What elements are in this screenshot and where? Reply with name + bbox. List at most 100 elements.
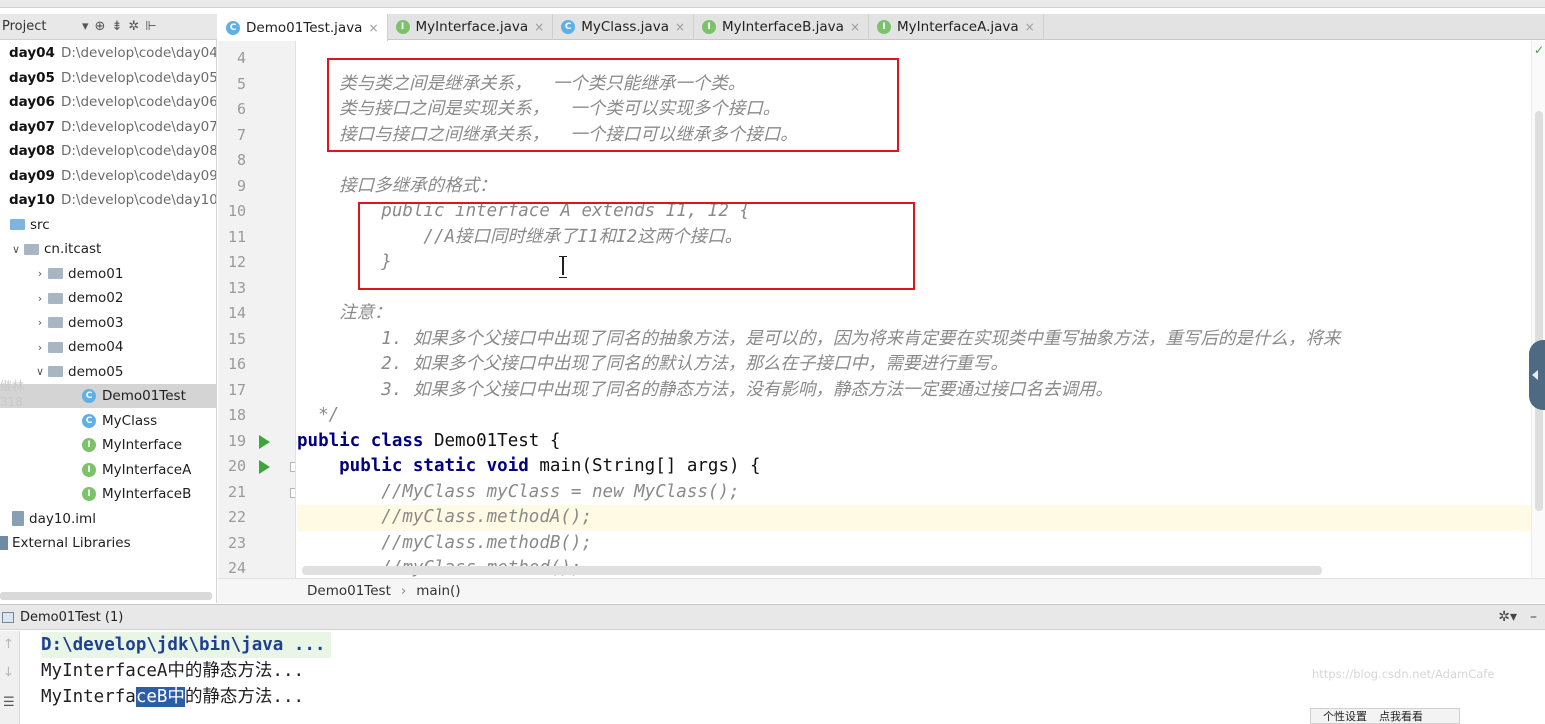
- dropdown-icon[interactable]: ▾: [82, 19, 89, 34]
- gear-icon[interactable]: ✲: [128, 19, 139, 34]
- interface-icon: I: [395, 20, 410, 34]
- line-number: 24: [227, 559, 246, 577]
- tab-myinterface[interactable]: I MyInterface.java ×: [388, 14, 554, 40]
- chevron-right-icon[interactable]: ›: [32, 341, 48, 354]
- tree-module-day09[interactable]: day09 D:\develop\code\day09: [0, 164, 216, 188]
- vertical-scrollbar[interactable]: [1531, 41, 1545, 578]
- tab-myinterfacea[interactable]: I MyInterfaceA.java ×: [869, 14, 1044, 40]
- code-token: 1. 如果多个父接口中出现了同名的抽象方法，是可以的，因为将来肯定要在实现类中重…: [297, 328, 1341, 349]
- soft-wrap-icon[interactable]: ☰: [3, 695, 15, 710]
- close-icon[interactable]: ×: [368, 21, 378, 35]
- minimize-icon[interactable]: –: [1530, 609, 1537, 625]
- fold-icon[interactable]: [290, 487, 295, 498]
- tree-iml-file[interactable]: day10.iml: [0, 507, 216, 531]
- package-icon: [48, 268, 63, 279]
- tree-package-demo01[interactable]: › demo01: [0, 262, 216, 286]
- breadcrumb-method[interactable]: main(): [416, 583, 460, 599]
- target-icon[interactable]: ⊕: [95, 19, 106, 34]
- tree-file-myinterfacea[interactable]: I MyInterfaceA: [0, 458, 216, 482]
- close-icon[interactable]: ×: [850, 20, 860, 34]
- chevron-right-icon[interactable]: ›: [32, 292, 48, 305]
- interface-icon: I: [82, 462, 96, 477]
- horizontal-scrollbar[interactable]: [302, 566, 1322, 575]
- line-number: 17: [227, 380, 246, 399]
- console-command-line: D:\develop\jdk\bin\java ...: [41, 632, 332, 658]
- tree-package[interactable]: ∨ cn.itcast: [0, 237, 216, 261]
- close-icon[interactable]: ×: [1025, 20, 1035, 34]
- hide-panel-icon[interactable]: ⊩: [145, 19, 156, 34]
- popup-item-view[interactable]: 点我看看: [1379, 708, 1423, 724]
- class-icon: C: [561, 20, 576, 34]
- side-panel-handle[interactable]: [1529, 340, 1545, 410]
- tab-myinterfaceb[interactable]: I MyInterfaceB.java ×: [694, 14, 870, 40]
- tree-package-demo02[interactable]: › demo02: [0, 286, 216, 310]
- tree-package-demo05[interactable]: ∨ demo05: [0, 360, 216, 384]
- tree-module-day10[interactable]: day10 D:\develop\code\day10: [0, 188, 216, 212]
- tree-module-day06[interactable]: day06 D:\develop\code\day06: [0, 90, 216, 114]
- chevron-down-icon[interactable]: ∨: [8, 243, 24, 256]
- popup-item-settings[interactable]: 个性设置: [1323, 708, 1367, 724]
- package-icon: [48, 366, 63, 377]
- tree-package-demo04[interactable]: › demo04: [0, 335, 216, 359]
- tab-demo01test[interactable]: C Demo01Test.java ×: [218, 14, 388, 41]
- line-number: 23: [227, 533, 246, 552]
- tree-file-demo01test[interactable]: C Demo01Test: [0, 384, 216, 408]
- code-token: 2. 如果多个父接口中出现了同名的默认方法，那么在子接口中，需要进行重写。: [297, 354, 1008, 374]
- tree-file-myinterfaceb[interactable]: I MyInterfaceB: [0, 482, 216, 506]
- breadcrumb-class[interactable]: Demo01Test: [307, 583, 391, 599]
- tree-file-myinterface[interactable]: I MyInterface: [0, 433, 216, 457]
- close-icon[interactable]: ×: [534, 20, 544, 34]
- run-panel-title[interactable]: Demo01Test (1): [20, 610, 123, 625]
- fold-icon[interactable]: [290, 462, 295, 472]
- module-name: day05: [9, 69, 55, 86]
- chevron-right-icon[interactable]: ›: [32, 316, 48, 329]
- folder-name: src: [30, 216, 50, 233]
- arrow-down-icon[interactable]: ↓: [3, 665, 14, 680]
- code-editor[interactable]: //myClass.method(); //myClass.methodB();…: [297, 41, 1531, 578]
- check-icon: ✓: [1534, 43, 1545, 57]
- code-token: //MyClass myClass = new MyClass();: [297, 481, 740, 502]
- window-breadcrumb-strip: [0, 0, 1545, 8]
- console-output-line: MyInterfaceB中的静态方法...: [41, 684, 304, 710]
- code-line: //MyClass myClass = new MyClass();: [297, 480, 1531, 506]
- chevron-right-icon: ›: [400, 583, 407, 599]
- library-icon: [0, 536, 8, 550]
- tree-package-demo03[interactable]: › demo03: [0, 311, 216, 335]
- tree-src-folder[interactable]: src: [0, 213, 216, 237]
- vertical-scrollbar-thumb[interactable]: [1535, 111, 1543, 511]
- tree-external-libraries[interactable]: External Libraries: [0, 531, 216, 555]
- file-name: MyInterface: [102, 437, 183, 453]
- tab-myclass[interactable]: C MyClass.java ×: [553, 14, 695, 40]
- package-icon: [48, 317, 63, 328]
- library-name: External Libraries: [12, 535, 131, 551]
- chevron-right-icon[interactable]: ›: [32, 267, 48, 280]
- package-icon: [24, 243, 39, 255]
- tree-module-day07[interactable]: day07 D:\develop\code\day07: [0, 115, 217, 139]
- output-text: MyInterfaceA中的静态方法...: [41, 661, 305, 681]
- code-line: 3. 如果多个父接口中出现了同名的静态方法，没有影响，静态方法一定要通过接口名去…: [297, 378, 1531, 404]
- collapse-all-icon[interactable]: ⇟: [111, 19, 122, 34]
- gear-icon[interactable]: ✲▾: [1498, 609, 1517, 625]
- code-token: 接口多继承的格式：: [297, 175, 497, 196]
- project-panel-title[interactable]: Project: [2, 19, 76, 34]
- folder-icon: [10, 219, 25, 230]
- tree-module-day08[interactable]: day08 D:\develop\code\day08: [0, 139, 216, 163]
- tree-horizontal-scrollbar[interactable]: [0, 592, 212, 600]
- tree-module-day04[interactable]: day04 D:\develop\code\day04: [0, 41, 216, 65]
- module-path: D:\develop\code\day05: [60, 69, 217, 86]
- output-text: 的静态方法...: [184, 687, 305, 707]
- line-number: 10: [227, 202, 246, 220]
- arrow-up-icon[interactable]: ↑: [3, 637, 14, 652]
- module-path: D:\develop\code\day07: [60, 118, 217, 135]
- close-icon[interactable]: ×: [675, 20, 685, 34]
- watermark-text: 继林 318: [0, 378, 24, 410]
- tree-file-myclass[interactable]: C MyClass: [0, 409, 216, 433]
- tree-module-day05[interactable]: day05 D:\develop\code\day05: [0, 66, 217, 90]
- line-number: 20: [227, 457, 246, 475]
- file-name: MyClass: [102, 412, 158, 429]
- run-icon[interactable]: [259, 434, 270, 449]
- file-name: Demo01Test: [102, 388, 186, 404]
- chevron-down-icon[interactable]: ∨: [32, 365, 48, 378]
- code-token: //myClass.methodB();: [297, 532, 593, 553]
- run-icon[interactable]: [259, 460, 270, 474]
